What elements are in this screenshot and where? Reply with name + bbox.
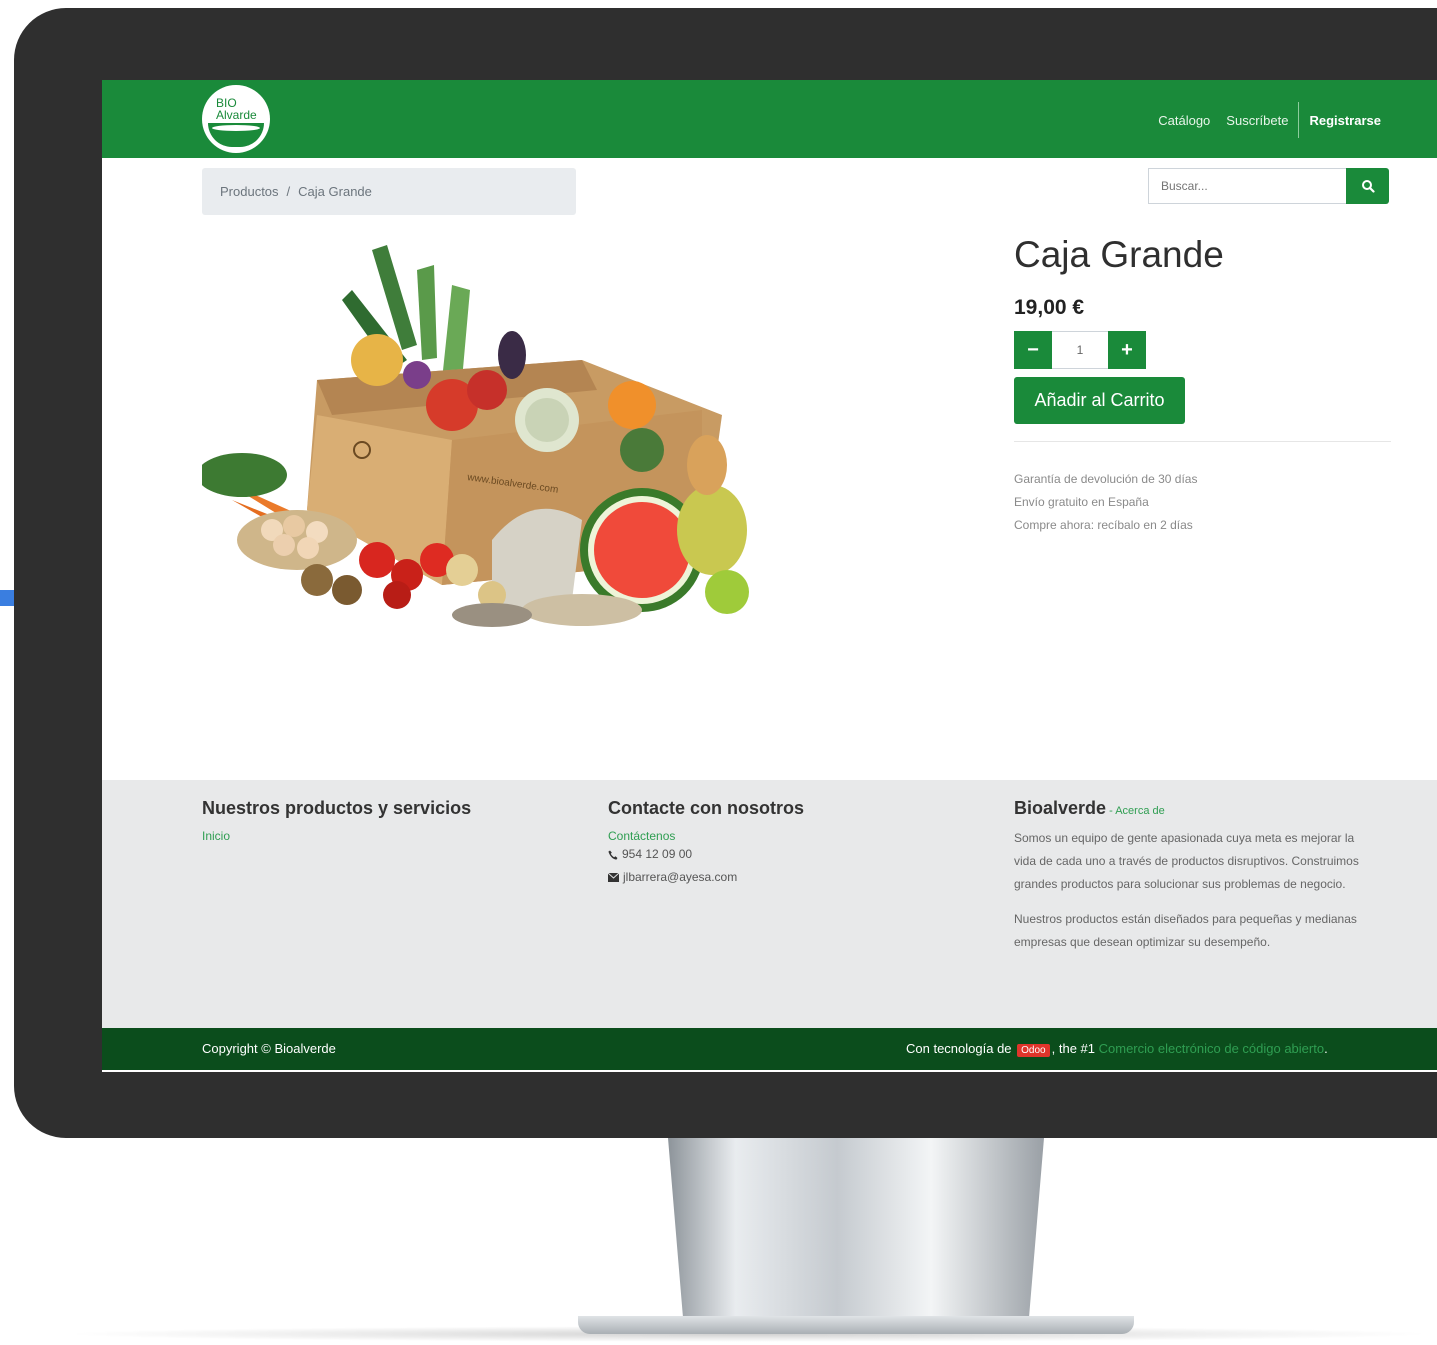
search-input[interactable] — [1148, 168, 1346, 204]
top-navbar: BIO Alvarde Catálogo Suscríbete Registra… — [102, 80, 1437, 158]
footer-about-paragraph-1: Somos un equipo de gente apasionada cuya… — [1014, 831, 1359, 891]
envelope-icon — [608, 873, 619, 882]
copyright-text: Copyright © Bioalverde — [202, 1041, 336, 1056]
footer-contact-column: Contacte con nosotros Contáctenos 954 12… — [608, 798, 804, 889]
copyright-bar: Copyright © Bioalverde Con tecnología de… — [102, 1028, 1437, 1070]
breadcrumb-current: Caja Grande — [298, 184, 372, 199]
product-info-list: Garantía de devolución de 30 días Envío … — [1014, 468, 1197, 537]
info-guarantee: Garantía de devolución de 30 días — [1014, 472, 1198, 486]
nav-registrarse[interactable]: Registrarse — [1309, 113, 1381, 128]
info-shipping: Envío gratuito en España — [1014, 495, 1149, 509]
breadcrumb: Productos / Caja Grande — [202, 168, 576, 215]
footer-phone: 954 12 09 00 — [608, 843, 804, 866]
footer-products-heading: Nuestros productos y servicios — [202, 798, 472, 818]
powered-by: Con tecnología de Odoo, the #1 Comercio … — [906, 1041, 1328, 1057]
footer-link-inicio[interactable]: Inicio — [202, 829, 471, 843]
footer: Nuestros productos y servicios Inicio Co… — [102, 780, 1437, 1028]
logo-swoosh — [212, 125, 260, 131]
info-delivery: Compre ahora: recíbalo en 2 días — [1014, 518, 1193, 532]
powered-end: . — [1324, 1041, 1328, 1056]
nav-divider — [1298, 102, 1300, 138]
monitor-bezel: BIO Alvarde Catálogo Suscríbete Registra… — [14, 8, 1437, 1138]
footer-about-link[interactable]: Acerca de — [1115, 805, 1165, 817]
monitor-stand-base — [578, 1316, 1134, 1334]
footer-phone-number: 954 12 09 00 — [622, 847, 693, 861]
footer-about-paragraph-2: Nuestros productos están diseñados para … — [1014, 912, 1357, 949]
footer-link-contactenos[interactable]: Contáctenos — [608, 829, 804, 843]
product-divider — [1014, 441, 1391, 442]
breadcrumb-productos[interactable]: Productos — [220, 184, 279, 199]
product-price: 19,00 € — [1014, 296, 1085, 319]
nav-suscribete[interactable]: Suscríbete — [1226, 113, 1288, 128]
quantity-input[interactable] — [1052, 331, 1108, 369]
footer-contact-heading: Contacte con nosotros — [608, 798, 805, 818]
footer-about-brand: Bioalverde — [1014, 798, 1107, 818]
search-icon — [1361, 180, 1375, 193]
powered-prefix: Con tecnología de — [906, 1041, 1012, 1056]
phone-icon — [608, 850, 618, 860]
bioalverde-logo[interactable]: BIO Alvarde — [202, 85, 270, 153]
nav-links: Catálogo Suscríbete Registrarse — [1142, 102, 1381, 138]
footer-email-address[interactable]: jlbarrera@ayesa.com — [623, 866, 737, 889]
nav-catalogo[interactable]: Catálogo — [1158, 113, 1210, 128]
odoo-logo[interactable]: Odoo — [1017, 1044, 1050, 1057]
monitor-stand — [668, 1138, 1044, 1318]
ecommerce-link[interactable]: Comercio electrónico de código abierto — [1099, 1041, 1324, 1056]
monitor-screen: BIO Alvarde Catálogo Suscríbete Registra… — [102, 80, 1437, 1072]
product-image: www.bioalverde.com — [202, 245, 749, 627]
footer-about-sep: - — [1106, 805, 1116, 817]
quantity-minus-button[interactable]: − — [1014, 331, 1052, 369]
footer-email: jlbarrera@ayesa.com — [608, 866, 804, 889]
quantity-stepper: − + — [1014, 331, 1146, 369]
logo-text: BIO Alvarde — [216, 96, 257, 122]
footer-about-heading: Bioalverde - Acerca de — [1014, 798, 1374, 819]
quantity-plus-button[interactable]: + — [1108, 331, 1146, 369]
footer-about-column: Bioalverde - Acerca de Somos un equipo d… — [1014, 798, 1374, 954]
powered-mid: , the #1 — [1051, 1041, 1095, 1056]
search-button[interactable] — [1346, 168, 1389, 204]
add-to-cart-button[interactable]: Añadir al Carrito — [1014, 377, 1185, 424]
footer-products-column: Nuestros productos y servicios Inicio — [202, 798, 471, 843]
breadcrumb-separator: / — [286, 184, 291, 199]
product-title: Caja Grande — [1014, 234, 1224, 275]
